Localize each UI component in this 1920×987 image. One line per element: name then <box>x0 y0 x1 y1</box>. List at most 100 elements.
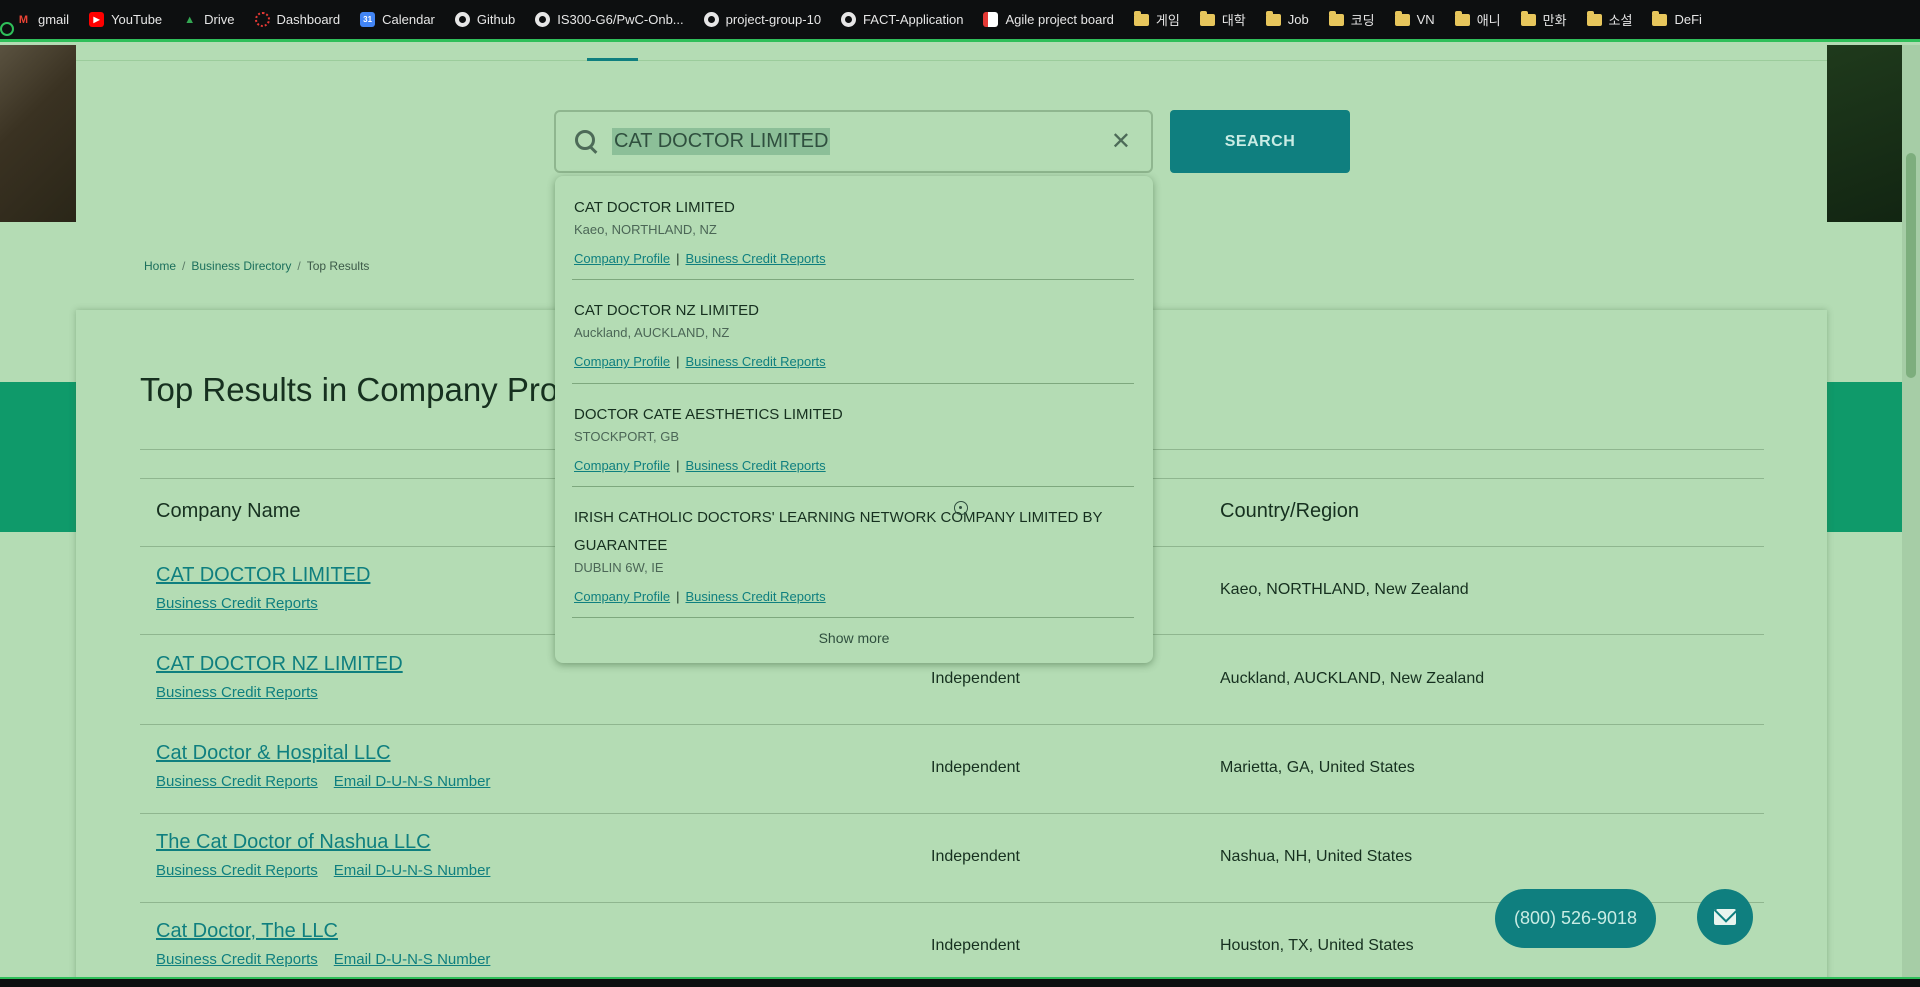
youtube-icon: ▶ <box>89 12 105 27</box>
column-header-country: Country/Region <box>1220 500 1359 522</box>
active-tab-indicator <box>587 58 638 61</box>
row-type: Independent <box>931 848 1020 865</box>
suggestion-divider <box>572 617 1134 618</box>
suggestion-name[interactable]: CAT DOCTOR NZ LIMITED <box>574 297 1134 325</box>
suggestion-location: DUBLIN 6W, IE <box>574 560 664 575</box>
business-credit-reports-link[interactable]: Business Credit Reports <box>156 595 318 612</box>
row-location: Marietta, GA, United States <box>1220 759 1415 776</box>
search-input-value[interactable]: CAT DOCTOR LIMITED <box>612 128 831 155</box>
scrollbar-thumb[interactable] <box>1906 153 1916 378</box>
company-profile-link[interactable]: Company Profile <box>574 458 670 473</box>
hero-image-left <box>0 45 76 222</box>
bookmark-folder-anime[interactable]: 애니 <box>1454 10 1501 29</box>
suggestion-name[interactable]: DOCTOR CATE AESTHETICS LIMITED <box>574 401 1134 429</box>
suggestion-name[interactable]: IRISH CATHOLIC DOCTORS' LEARNING NETWORK… <box>574 504 1134 560</box>
bookmark-calendar[interactable]: 31 Calendar <box>360 12 435 27</box>
row-divider <box>140 724 1764 725</box>
search-input[interactable]: CAT DOCTOR LIMITED ✕ <box>554 110 1153 173</box>
github-icon <box>703 12 719 27</box>
bookmark-dashboard[interactable]: Dashboard <box>254 12 340 27</box>
search-suggestions-dropdown: CAT DOCTOR LIMITED Kaeo, NORTHLAND, NZ C… <box>555 176 1153 663</box>
email-button[interactable] <box>1697 889 1753 945</box>
business-credit-reports-link[interactable]: Business Credit Reports <box>686 251 826 266</box>
bookmark-agile-board[interactable]: Agile project board <box>983 12 1114 27</box>
page-title: Top Results in Company Prof <box>140 371 568 408</box>
email-duns-link[interactable]: Email D-U-N-S Number <box>334 951 491 968</box>
cursor-icon <box>954 501 968 515</box>
breadcrumb-business-directory[interactable]: Business Directory <box>191 259 291 273</box>
business-credit-reports-link[interactable]: Business Credit Reports <box>156 951 318 968</box>
company-profile-link[interactable]: Company Profile <box>574 589 670 604</box>
row-location: Kaeo, NORTHLAND, New Zealand <box>1220 581 1469 598</box>
bookmark-fact-application[interactable]: FACT-Application <box>841 12 963 27</box>
bookmark-folder-defi[interactable]: DeFi <box>1652 10 1702 27</box>
show-more-button[interactable]: Show more <box>555 630 1153 646</box>
company-name-link[interactable]: The Cat Doctor of Nashua LLC <box>156 831 431 854</box>
drive-icon: ▲ <box>184 13 196 26</box>
suggestion-location: Kaeo, NORTHLAND, NZ <box>574 222 717 237</box>
row-links: Business Credit Reports Email D-U-N-S Nu… <box>156 773 490 790</box>
breadcrumb-home[interactable]: Home <box>144 259 176 273</box>
folder-icon <box>1199 10 1215 26</box>
suggestion-links: Company Profile | Business Credit Report… <box>574 251 1134 266</box>
company-name-link[interactable]: Cat Doctor, The LLC <box>156 920 338 943</box>
business-credit-reports-link[interactable]: Business Credit Reports <box>686 458 826 473</box>
business-credit-reports-link[interactable]: Business Credit Reports <box>686 354 826 369</box>
suggestion-item[interactable]: DOCTOR CATE AESTHETICS LIMITED STOCKPORT… <box>574 401 1134 473</box>
bookmark-gmail[interactable]: M gmail <box>16 12 69 27</box>
suggestion-item[interactable]: CAT DOCTOR NZ LIMITED Auckland, AUCKLAND… <box>574 297 1134 369</box>
bookmark-github[interactable]: Github <box>454 12 515 27</box>
bookmark-folder-vn[interactable]: VN <box>1394 10 1435 27</box>
link-separator: | <box>676 354 680 369</box>
row-location: Auckland, AUCKLAND, New Zealand <box>1220 670 1485 687</box>
bookmark-pwc-onboarding[interactable]: IS300-G6/PwC-Onb... <box>535 12 684 27</box>
link-separator: | <box>676 251 680 266</box>
row-links: Business Credit Reports Email D-U-N-S Nu… <box>156 862 490 879</box>
bookmark-project-group-10[interactable]: project-group-10 <box>703 12 821 27</box>
company-profile-link[interactable]: Company Profile <box>574 251 670 266</box>
suggestion-links: Company Profile | Business Credit Report… <box>574 589 1134 604</box>
bookmark-youtube[interactable]: ▶ YouTube <box>89 12 162 27</box>
company-name-link[interactable]: CAT DOCTOR NZ LIMITED <box>156 653 403 676</box>
bookmark-folder-job[interactable]: Job <box>1265 10 1309 27</box>
email-duns-link[interactable]: Email D-U-N-S Number <box>334 773 491 790</box>
company-name-link[interactable]: Cat Doctor & Hospital LLC <box>156 742 391 765</box>
suggestion-name[interactable]: CAT DOCTOR LIMITED <box>574 194 1134 222</box>
business-credit-reports-link[interactable]: Business Credit Reports <box>156 773 318 790</box>
phone-button[interactable]: (800) 526-9018 <box>1495 889 1656 948</box>
bookmark-folder-games[interactable]: 게임 <box>1133 10 1180 29</box>
scrollbar[interactable] <box>1902 45 1920 977</box>
close-icon[interactable]: ✕ <box>1111 130 1131 154</box>
suggestion-links: Company Profile | Business Credit Report… <box>574 458 1134 473</box>
row-type: Independent <box>931 937 1020 954</box>
bookmark-drive[interactable]: ▲ Drive <box>182 12 234 27</box>
company-name-link[interactable]: CAT DOCTOR LIMITED <box>156 564 370 587</box>
bookmark-folder-university[interactable]: 대학 <box>1199 10 1246 29</box>
business-credit-reports-link[interactable]: Business Credit Reports <box>156 684 318 701</box>
link-separator: | <box>676 458 680 473</box>
company-profile-link[interactable]: Company Profile <box>574 354 670 369</box>
row-type: Independent <box>931 670 1020 687</box>
row-links: Business Credit Reports Email D-U-N-S Nu… <box>156 951 490 968</box>
suggestion-divider <box>572 486 1134 487</box>
search-button[interactable]: SEARCH <box>1170 110 1350 173</box>
bookmark-folder-manga[interactable]: 만화 <box>1520 10 1567 29</box>
business-credit-reports-link[interactable]: Business Credit Reports <box>686 589 826 604</box>
board-icon <box>983 12 999 27</box>
folder-icon <box>1265 10 1281 26</box>
breadcrumb-separator: / <box>182 259 186 273</box>
mail-icon <box>1714 909 1736 925</box>
suggestion-item[interactable]: IRISH CATHOLIC DOCTORS' LEARNING NETWORK… <box>574 504 1134 604</box>
github-icon <box>535 12 551 27</box>
folder-icon <box>1652 10 1668 26</box>
row-type: Independent <box>931 759 1020 776</box>
email-duns-link[interactable]: Email D-U-N-S Number <box>334 862 491 879</box>
github-icon <box>454 12 470 27</box>
bookmark-folder-coding[interactable]: 코딩 <box>1328 10 1375 29</box>
brand-band-left <box>0 382 76 532</box>
brand-band-right <box>1827 382 1902 532</box>
bookmark-folder-novel[interactable]: 소설 <box>1586 10 1632 29</box>
calendar-icon: 31 <box>360 12 376 27</box>
suggestion-item[interactable]: CAT DOCTOR LIMITED Kaeo, NORTHLAND, NZ C… <box>574 194 1134 266</box>
business-credit-reports-link[interactable]: Business Credit Reports <box>156 862 318 879</box>
